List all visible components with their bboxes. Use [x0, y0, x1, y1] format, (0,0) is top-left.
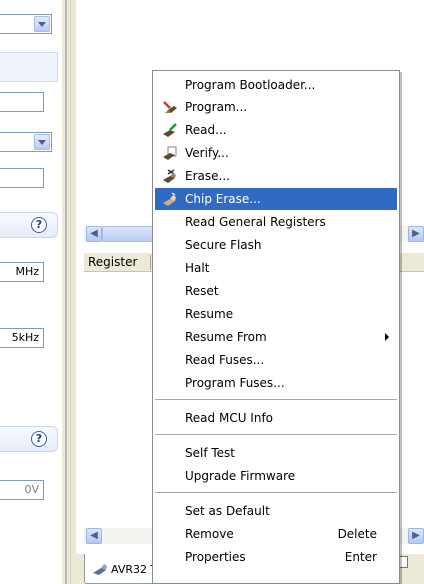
panel-splitter[interactable] — [62, 0, 76, 584]
group-header-2: ? — [0, 426, 58, 452]
section-header — [0, 52, 58, 82]
shortcut-enter: Enter — [344, 550, 377, 564]
menu-item-halt[interactable]: Halt — [155, 257, 397, 279]
menu-item-set-as-default[interactable]: Set as Default — [155, 500, 397, 522]
frequency-field-2[interactable]: 5kHz — [0, 328, 44, 348]
tool-icon — [93, 564, 107, 575]
menu-item-upgrade-firmware[interactable]: Upgrade Firmware — [155, 465, 397, 487]
chevron-down-icon[interactable] — [34, 134, 50, 150]
program-icon — [163, 101, 177, 113]
properties-panel: ? MHz 5kHz ? 0V — [0, 0, 62, 584]
submenu-arrow-icon — [385, 333, 389, 341]
dropdown-1[interactable] — [0, 14, 52, 34]
menu-item-read-fuses[interactable]: Read Fuses... — [155, 349, 397, 371]
menu-separator — [155, 434, 397, 435]
menu-item-read-general-registers[interactable]: Read General Registers — [155, 211, 397, 233]
menu-separator — [155, 492, 397, 493]
menu-item-program[interactable]: Program... — [155, 96, 397, 118]
help-icon[interactable]: ? — [31, 217, 47, 233]
menu-item-read[interactable]: Read... — [155, 119, 397, 141]
menu-item-resume-from[interactable]: Resume From — [155, 326, 397, 348]
menu-item-verify[interactable]: Verify... — [155, 142, 397, 164]
menu-item-reset[interactable]: Reset — [155, 280, 397, 302]
group-header-1: ? — [0, 212, 58, 238]
column-header-register[interactable]: Register — [88, 255, 137, 269]
read-icon — [163, 123, 177, 137]
menu-item-self-test[interactable]: Self Test — [155, 442, 397, 464]
menu-item-chip-erase[interactable]: Chip Erase... — [155, 188, 397, 210]
scroll-right-icon[interactable]: ▶ — [408, 528, 424, 544]
voltage-field[interactable]: 0V — [0, 480, 44, 500]
menu-item-program-bootloader[interactable]: Program Bootloader... — [155, 74, 397, 96]
scroll-right-icon[interactable]: ▶ — [408, 226, 424, 242]
text-field-2[interactable] — [0, 168, 44, 188]
frequency-field-1[interactable]: MHz — [0, 262, 44, 282]
menu-item-read-mcu-info[interactable]: Read MCU Info — [155, 407, 397, 429]
menu-item-resume[interactable]: Resume — [155, 303, 397, 325]
menu-separator — [155, 399, 397, 400]
menu-item-properties[interactable]: Properties Enter — [155, 546, 397, 568]
erase-icon — [163, 169, 176, 183]
menu-item-program-fuses[interactable]: Program Fuses... — [155, 372, 397, 394]
menu-item-remove[interactable]: Remove Delete — [155, 523, 397, 545]
scroll-left-icon[interactable]: ◀ — [86, 528, 102, 544]
column-divider[interactable] — [150, 255, 151, 270]
tab-label: AVR32 T — [111, 563, 158, 576]
menu-item-secure-flash[interactable]: Secure Flash — [155, 234, 397, 256]
scroll-left-icon[interactable]: ◀ — [86, 226, 102, 242]
text-field-1[interactable] — [0, 92, 44, 112]
chevron-down-icon[interactable] — [34, 16, 50, 32]
chip-erase-icon — [163, 192, 176, 206]
dropdown-2[interactable] — [0, 132, 52, 152]
menu-item-erase[interactable]: Erase... — [155, 165, 397, 187]
help-icon[interactable]: ? — [31, 431, 47, 447]
context-menu: Program Bootloader... Program... Read...… — [152, 70, 400, 584]
verify-icon — [163, 146, 177, 160]
shortcut-delete: Delete — [337, 527, 377, 541]
